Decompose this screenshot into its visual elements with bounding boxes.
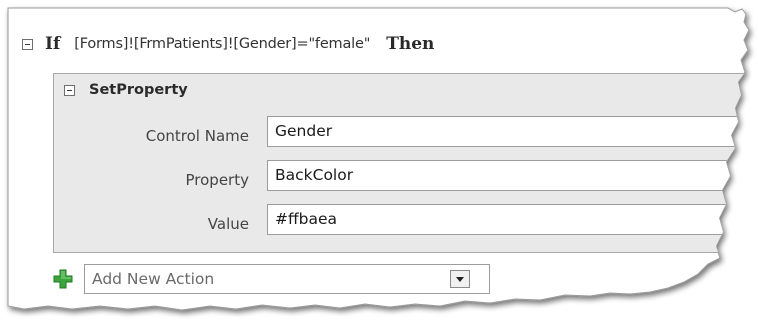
value-input[interactable]: #ffbaea (267, 204, 758, 235)
macro-designer-snippet: If [Forms]![FrmPatients]![Gender]="femal… (0, 0, 758, 322)
dropdown-arrow-icon[interactable] (450, 270, 470, 288)
action-title: SetProperty (89, 82, 188, 98)
action-header: SetProperty (64, 82, 188, 98)
collapse-toggle-icon[interactable] (22, 39, 33, 50)
add-new-action-text: Add New Action (92, 270, 215, 288)
argument-label: Value (207, 215, 249, 233)
green-plus-icon[interactable] (52, 268, 74, 290)
property-input[interactable]: BackColor (267, 160, 758, 191)
setproperty-action-block[interactable]: SetProperty Control Name Gender Property… (53, 73, 758, 253)
argument-label: Control Name (145, 127, 249, 145)
add-action-row: Add New Action (52, 264, 490, 294)
argument-label: Property (185, 171, 249, 189)
if-keyword: If (45, 34, 61, 54)
add-new-action-combo[interactable]: Add New Action (84, 264, 490, 294)
if-condition-row: If [Forms]![FrmPatients]![Gender]="femal… (22, 32, 434, 56)
collapse-toggle-icon[interactable] (64, 85, 75, 96)
control-name-input[interactable]: Gender (267, 116, 758, 147)
then-keyword: Then (386, 34, 435, 54)
condition-expression[interactable]: [Forms]![FrmPatients]![Gender]="female" (74, 36, 370, 52)
